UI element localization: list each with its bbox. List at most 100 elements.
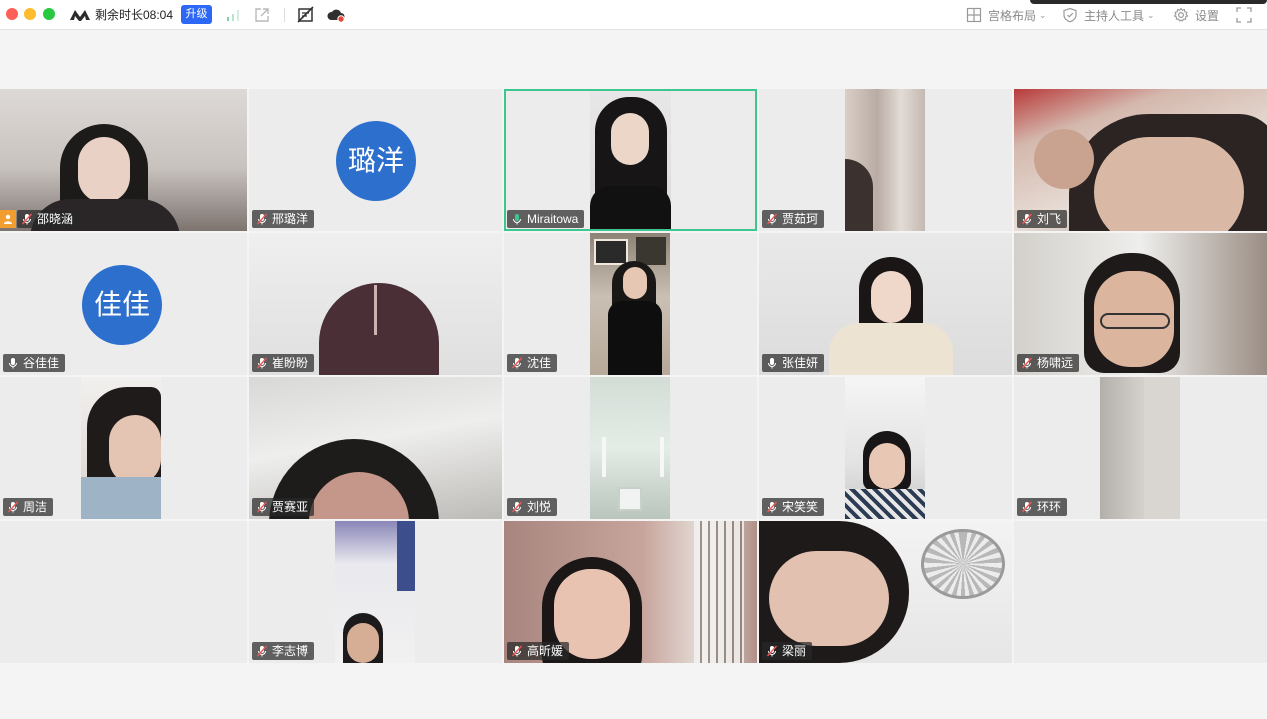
mic-muted-icon: [1021, 357, 1033, 369]
mic-muted-icon: [511, 645, 523, 657]
toolbar-divider: [284, 8, 285, 22]
avatar: 佳佳: [82, 265, 162, 345]
participant-name-tag: 高昕媛: [507, 642, 570, 660]
upgrade-button[interactable]: 升级: [181, 5, 212, 24]
video-tile[interactable]: 张佳妍: [759, 233, 1012, 375]
participant-name: 刘飞: [1037, 212, 1062, 226]
mic-muted-icon: [256, 501, 268, 513]
participant-name: 李志博: [272, 644, 309, 658]
host-tools-label: 主持人工具: [1084, 8, 1145, 23]
mic-muted-icon: [766, 501, 778, 513]
participant-name: 高昕媛: [527, 644, 564, 658]
participant-name-tag: 张佳妍: [762, 354, 825, 372]
video-tile[interactable]: 刘悦: [504, 377, 757, 519]
mic-muted-icon: [766, 645, 778, 657]
maximize-window-button[interactable]: [43, 8, 55, 20]
host-tools-button[interactable]: 主持人工具 ⌄: [1062, 6, 1155, 24]
title-bar: 剩余时长08:04 升级 宫格布局 ⌄ 主持人工具 ⌄ 设置: [0, 0, 1267, 30]
settings-label: 设置: [1195, 8, 1220, 23]
mic-muted-icon: [511, 501, 523, 513]
participant-video: [845, 89, 925, 231]
video-tile-active-speaker[interactable]: Miraitowa: [504, 89, 757, 231]
participant-video: [845, 377, 925, 519]
participant-name-tag: 周洁: [3, 498, 54, 516]
mic-muted-icon: [256, 357, 268, 369]
video-tile[interactable]: 贾茹珂: [759, 89, 1012, 231]
participant-video: [81, 377, 161, 519]
chevron-down-icon: ⌄: [1039, 9, 1047, 20]
participant-name-tag: 刘悦: [507, 498, 558, 516]
participant-name-tag: Miraitowa: [507, 210, 585, 228]
video-tile[interactable]: 刘飞: [1014, 89, 1267, 231]
video-tile[interactable]: 沈佳: [504, 233, 757, 375]
mic-muted-icon: [1021, 213, 1033, 225]
participant-name: 杨啸远: [1037, 356, 1074, 370]
participant-name-tag: 贾赛亚: [252, 498, 315, 516]
chevron-down-icon: ⌄: [1147, 9, 1155, 20]
grid-layout-button[interactable]: 宫格布局 ⌄: [966, 6, 1047, 24]
empty-tile: [0, 521, 247, 663]
participant-name-tag: 杨啸远: [1017, 354, 1080, 372]
settings-button[interactable]: 设置: [1173, 6, 1219, 24]
video-tile[interactable]: 高昕媛: [504, 521, 757, 663]
mic-icon: [9, 358, 17, 369]
participant-name: 贾茹珂: [782, 212, 819, 226]
participant-video: [590, 377, 670, 519]
grid-layout-icon: [966, 7, 982, 23]
video-tile[interactable]: 贾赛亚: [249, 377, 502, 519]
participant-name-tag: 宋笑笑: [762, 498, 825, 516]
video-tile[interactable]: 崔盼盼: [249, 233, 502, 375]
minimize-window-button[interactable]: [24, 8, 36, 20]
participant-name: 周洁: [23, 500, 48, 514]
participant-name: 邵晓涵: [37, 212, 74, 226]
video-tile[interactable]: 佳佳 谷佳佳: [0, 233, 247, 375]
fullscreen-icon[interactable]: [1235, 6, 1253, 24]
cloud-record-icon[interactable]: [327, 6, 345, 24]
close-window-button[interactable]: [6, 8, 18, 20]
participant-name-tag: 沈佳: [507, 354, 558, 372]
participant-video: [1100, 377, 1180, 519]
mic-muted-icon: [256, 645, 268, 657]
video-tile[interactable]: 邵晓涵: [0, 89, 247, 231]
participant-name-tag: 邢璐洋: [252, 210, 315, 228]
participant-video: [590, 233, 670, 375]
participant-name-tag: 环环: [1017, 498, 1068, 516]
video-tile[interactable]: 宋笑笑: [759, 377, 1012, 519]
participant-video: [590, 91, 671, 229]
window-shadow-edge: [1030, 0, 1267, 4]
mic-icon: [768, 358, 776, 369]
shield-icon: [1063, 7, 1077, 23]
video-tile[interactable]: 梁丽: [759, 521, 1012, 663]
user-icon: [4, 214, 12, 224]
participant-name: 贾赛亚: [272, 500, 309, 514]
participant-name-tag: 邵晓涵: [17, 210, 80, 228]
participant-name: 谷佳佳: [23, 356, 60, 370]
participant-video: [335, 521, 415, 663]
video-tile[interactable]: 周洁: [0, 377, 247, 519]
share-out-icon[interactable]: [253, 6, 271, 24]
participant-name-tag: 贾茹珂: [762, 210, 825, 228]
participant-name: 崔盼盼: [272, 356, 309, 370]
mic-muted-icon: [21, 213, 33, 225]
mic-muted-icon: [1021, 501, 1033, 513]
video-tile[interactable]: 杨啸远: [1014, 233, 1267, 375]
video-tile[interactable]: 李志博: [249, 521, 502, 663]
video-tile[interactable]: 璐洋 邢璐洋: [249, 89, 502, 231]
mic-muted-icon: [256, 213, 268, 225]
app-logo-icon: [70, 10, 90, 21]
participant-name: Miraitowa: [527, 212, 579, 226]
participant-name: 宋笑笑: [782, 500, 819, 514]
mic-speaking-icon: [513, 214, 521, 225]
video-tile[interactable]: 环环: [1014, 377, 1267, 519]
participant-name: 梁丽: [782, 644, 807, 658]
mic-muted-icon: [766, 213, 778, 225]
participant-name: 刘悦: [527, 500, 552, 514]
participant-name-tag: 崔盼盼: [252, 354, 315, 372]
participant-name-tag: 梁丽: [762, 642, 813, 660]
participant-name: 沈佳: [527, 356, 552, 370]
participant-name-tag: 李志博: [252, 642, 315, 660]
no-video-note-icon[interactable]: [297, 6, 315, 24]
empty-tile: [1014, 521, 1267, 663]
signal-strength-icon[interactable]: [224, 6, 242, 24]
grid-layout-label: 宫格布局: [988, 8, 1037, 23]
